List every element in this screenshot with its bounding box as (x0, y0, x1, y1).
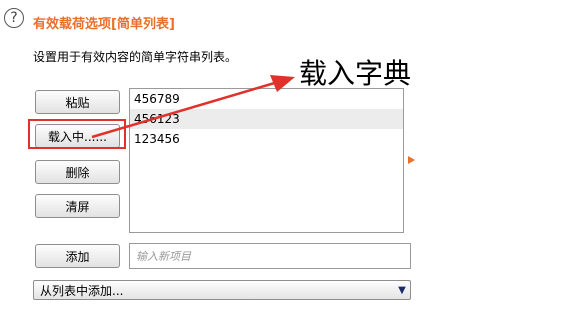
section-title: 有效载荷选项[简单列表] (33, 17, 175, 32)
expand-arrow-icon[interactable] (408, 156, 415, 164)
annotation-label: 载入字典 (299, 57, 412, 90)
clear-button[interactable]: 清屏 (35, 194, 120, 218)
add-button[interactable]: 添加 (35, 244, 120, 268)
help-icon[interactable]: ? (4, 8, 24, 28)
payload-list[interactable]: 456789 456123 123456 (129, 88, 404, 233)
remove-button[interactable]: 删除 (35, 160, 120, 184)
chevron-down-icon[interactable]: ▼ (394, 281, 410, 299)
add-from-list-value: 从列表中添加... (40, 283, 124, 298)
list-item[interactable]: 123456 (130, 129, 403, 149)
load-button-highlight (28, 119, 126, 149)
list-item[interactable]: 456789 (130, 89, 403, 109)
new-item-input[interactable] (129, 243, 411, 269)
list-item[interactable]: 456123 (130, 109, 403, 129)
paste-button[interactable]: 粘贴 (35, 90, 120, 114)
section-description: 设置用于有效内容的简单字符串列表。 (33, 50, 238, 64)
add-from-list-select[interactable]: 从列表中添加... ▼ (33, 280, 411, 300)
help-icon-glyph: ? (10, 10, 18, 26)
